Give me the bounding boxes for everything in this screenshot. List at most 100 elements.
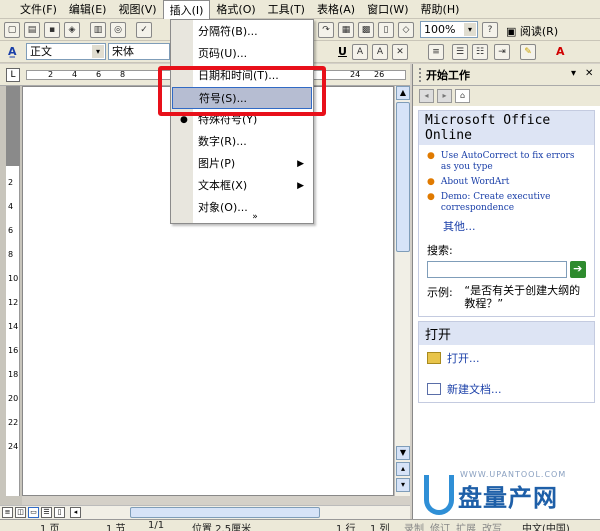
styles-icon[interactable]: A̲ (8, 45, 17, 58)
scroll-up-icon[interactable]: ▲ (396, 86, 410, 100)
u-logo-icon (424, 475, 454, 515)
back-icon[interactable]: ◂ (419, 89, 434, 103)
ruler-number: 4 (8, 202, 14, 211)
menu-table[interactable]: 表格(A) (311, 0, 361, 18)
status-overtype[interactable]: 改写 (482, 520, 502, 531)
watermark-text: 盘量产网 (458, 483, 558, 512)
print-icon[interactable]: ▥ (90, 22, 106, 38)
menu-help[interactable]: 帮助(H) (415, 0, 466, 18)
tab-stop-selector[interactable]: L (6, 68, 20, 82)
normal-view-icon[interactable]: ≡ (2, 507, 13, 518)
font-select[interactable]: 宋体 (108, 43, 170, 60)
menu-item-break[interactable]: 分隔符(B)... (172, 21, 312, 43)
forward-icon[interactable]: ▸ (437, 89, 452, 103)
permission-icon[interactable]: ◈ (64, 22, 80, 38)
next-page-icon[interactable]: ▾ (396, 478, 410, 492)
bullets-icon[interactable]: ☷ (472, 44, 488, 60)
font-color-button[interactable]: A (556, 45, 565, 58)
folder-icon (427, 352, 441, 364)
menu-edit[interactable]: 编辑(E) (63, 0, 113, 18)
open-folder-icon[interactable]: ▤ (24, 22, 40, 38)
style-select[interactable]: 正文 ▾ (26, 43, 106, 60)
numbering-icon[interactable]: ☰ (452, 44, 468, 60)
border-char-icon[interactable]: A (352, 44, 368, 60)
scroll-down-icon[interactable]: ▼ (396, 446, 410, 460)
ruler-number: 8 (120, 70, 126, 79)
menu-insert[interactable]: 插入(I) (162, 0, 211, 19)
ruler-number: 22 (8, 418, 19, 427)
align-justify-icon[interactable]: ≡ (428, 44, 444, 60)
link-autocorrect[interactable]: ● Use AutoCorrect to fix errors as you ty… (427, 151, 586, 173)
status-extend[interactable]: 扩展 (456, 520, 476, 531)
indent-icon[interactable]: ⇥ (494, 44, 510, 60)
link-text: Demo: Create executive correspondence (440, 192, 551, 213)
print-view-icon[interactable]: ▭ (28, 507, 39, 518)
menu-format[interactable]: 格式(O) (210, 0, 261, 18)
submenu-arrow-icon: ▶ (297, 159, 304, 169)
prev-page-icon[interactable]: ▴ (396, 462, 410, 476)
columns-icon[interactable]: ▯ (378, 22, 394, 38)
new-document-icon[interactable]: ▢ (4, 22, 20, 38)
menu-item-textbox[interactable]: 文本框(X) ▶ (172, 175, 312, 197)
menu-tools[interactable]: 工具(T) (262, 0, 311, 18)
menu-item-number[interactable]: 数字(R)... (172, 131, 312, 153)
scroll-thumb[interactable] (396, 102, 410, 252)
menu-item-page-numbers[interactable]: 页码(U)... (172, 43, 312, 65)
outline-view-icon[interactable]: ☰ (41, 507, 52, 518)
new-document-link[interactable]: 新建文档... (419, 371, 594, 402)
close-icon[interactable]: ✕ (585, 68, 593, 79)
status-track[interactable]: 修订 (430, 520, 450, 531)
scroll-thumb[interactable] (130, 507, 320, 518)
help-icon[interactable]: ? (482, 22, 498, 38)
print-preview-icon[interactable]: ◎ (110, 22, 126, 38)
menu-view[interactable]: 视图(V) (112, 0, 162, 18)
open-file-link[interactable]: 打开... (419, 345, 594, 371)
bullet-icon: ● (427, 151, 435, 161)
bullet-icon: ● (427, 192, 435, 202)
zoom-select[interactable]: 100% ▾ (420, 21, 478, 38)
read-mode-button[interactable]: ▣ 阅读(R) (506, 23, 558, 39)
horizontal-scrollbar[interactable]: ≡ ◫ ▭ ☰ ▯ ◂ (0, 505, 410, 519)
status-section: 1 节 (106, 524, 126, 531)
ruler-number: 26 (374, 70, 385, 79)
scroll-left-icon[interactable]: ◂ (70, 507, 81, 518)
ruler-number: 6 (8, 226, 14, 235)
status-page: 1 页 (40, 524, 60, 531)
task-pane-nav: ◂ ▸ ⌂ (413, 86, 600, 106)
underline-button[interactable]: U (338, 45, 347, 58)
drawing-icon[interactable]: ◇ (398, 22, 414, 38)
shading-char-icon[interactable]: A (372, 44, 388, 60)
link-wordart[interactable]: ● About WordArt (427, 177, 586, 188)
menu-item-picture[interactable]: 图片(P) ▶ (172, 153, 312, 175)
task-pane-header: 开始工作 ▾ ✕ (413, 64, 600, 86)
open-file-label: 打开... (447, 352, 480, 365)
vertical-scrollbar[interactable]: ▲ ▼ ▴ ▾ (394, 86, 410, 496)
char-scale-icon[interactable]: ✕ (392, 44, 408, 60)
reading-view-icon[interactable]: ▯ (54, 507, 65, 518)
spelling-icon[interactable]: ✓ (136, 22, 152, 38)
menu-window[interactable]: 窗口(W) (361, 0, 414, 18)
more-link[interactable]: 其他... (427, 218, 586, 234)
redo-icon[interactable]: ↷ (318, 22, 334, 38)
menu-file[interactable]: 文件(F) (14, 0, 63, 18)
ruler-number: 8 (8, 250, 14, 259)
search-go-icon[interactable]: ➔ (569, 261, 586, 278)
expand-menu-icon[interactable]: » (172, 210, 312, 224)
web-view-icon[interactable]: ◫ (15, 507, 26, 518)
save-icon[interactable]: ▪ (44, 22, 60, 38)
status-record[interactable]: 录制 (404, 520, 424, 531)
link-demo[interactable]: ● Demo: Create executive correspondence (427, 192, 586, 214)
status-language: 中文(中国) (522, 524, 570, 531)
excel-icon[interactable]: ▩ (358, 22, 374, 38)
menu-item-label: 文本框(X) (198, 179, 248, 192)
top-margin-shade (6, 86, 20, 166)
drag-handle-icon[interactable] (419, 67, 422, 82)
chevron-down-icon[interactable]: ▾ (571, 68, 576, 79)
home-icon[interactable]: ⌂ (455, 89, 470, 103)
table-icon[interactable]: ▦ (338, 22, 354, 38)
highlight-icon[interactable]: ✎ (520, 44, 536, 60)
office-online-body: ● Use AutoCorrect to fix errors as you ty… (419, 145, 594, 316)
font-value: 宋体 (112, 45, 134, 58)
search-input[interactable] (427, 261, 567, 278)
bullet-icon: ● (427, 177, 435, 187)
